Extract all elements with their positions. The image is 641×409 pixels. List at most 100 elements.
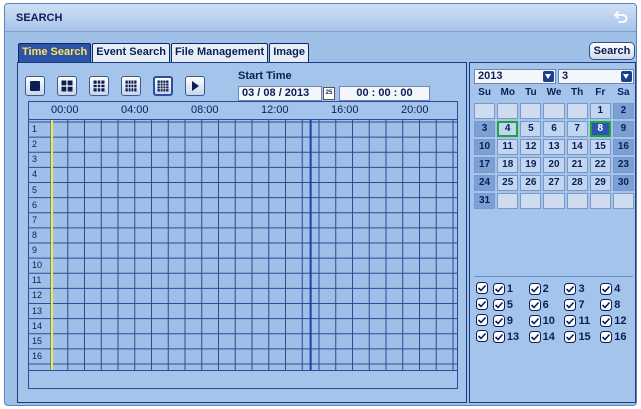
calendar-day[interactable]: 23 (612, 157, 634, 173)
channel-checkbox[interactable]: 3 (564, 283, 600, 295)
channel-checkbox[interactable]: 10 (528, 315, 565, 327)
channel-checkbox[interactable]: 5 (492, 299, 529, 311)
checkbox-icon (600, 331, 613, 343)
tab-event-search[interactable]: Event Search (92, 43, 170, 62)
channel-row-label: 4 (32, 169, 38, 180)
tab-image[interactable]: Image (269, 43, 309, 62)
calendar-day[interactable]: 14 (566, 139, 588, 155)
calendar-empty-cell (520, 103, 542, 119)
timeline-header: 00:00 04:00 08:00 12:00 16:00 20:00 (28, 101, 458, 119)
weekday-header: Tu (525, 87, 537, 98)
search-button[interactable]: Search (589, 42, 635, 60)
single-view-button[interactable] (25, 76, 45, 96)
calendar-day[interactable]: 24 (474, 175, 496, 191)
calendar-day[interactable]: 10 (474, 139, 496, 155)
calendar-day[interactable]: 25 (497, 175, 519, 191)
calendar-day[interactable]: 5 (520, 121, 542, 137)
channel-checkbox[interactable]: 15 (564, 331, 600, 343)
channel-checkbox[interactable]: 1 (492, 283, 529, 295)
channel-checkbox[interactable]: 14 (528, 331, 565, 343)
calendar-empty-cell (566, 193, 588, 209)
calendar-day[interactable]: 9 (612, 121, 634, 137)
row-checkbox-icon[interactable] (476, 330, 490, 344)
start-date-field[interactable]: 03 / 08 / 2013 (238, 86, 322, 101)
nine-view-button[interactable] (89, 76, 109, 96)
calendar-day[interactable]: 7 (566, 121, 588, 137)
channel-checkbox[interactable]: 2 (528, 283, 565, 295)
calendar-day[interactable]: 2 (612, 103, 634, 119)
channel-checkbox-label: 12 (614, 315, 627, 327)
calendar-day[interactable]: 27 (543, 175, 565, 191)
calendar-day[interactable]: 29 (589, 175, 611, 191)
play-icon (192, 81, 199, 91)
checkbox-icon (492, 283, 505, 295)
weekday-header: Sa (617, 87, 630, 98)
channel-checkbox[interactable]: 13 (492, 331, 529, 343)
calendar-empty-cell (612, 193, 634, 209)
calendar-day[interactable]: 4 (497, 121, 519, 137)
timeline[interactable]: 00:00 04:00 08:00 12:00 16:00 20:00 1234… (28, 101, 458, 389)
tab-file-management[interactable]: File Management (170, 43, 269, 62)
timeline-footer (28, 371, 458, 389)
calendar-day[interactable]: 13 (543, 139, 565, 155)
channel-checkbox[interactable]: 4 (600, 283, 636, 295)
channel-checkbox[interactable]: 12 (600, 315, 636, 327)
channel-checkbox-row: 9 10 11 12 (476, 313, 636, 329)
play-button[interactable] (185, 76, 205, 96)
twelve-view-button[interactable] (121, 76, 141, 96)
checkbox-icon (528, 331, 541, 343)
calendar-icon[interactable]: 25 (323, 87, 335, 100)
channel-checkbox[interactable]: 11 (564, 315, 600, 327)
calendar-day[interactable]: 11 (497, 139, 519, 155)
sixteen-view-button[interactable] (153, 76, 173, 96)
channel-checkbox-label: 16 (614, 331, 627, 343)
row-checkbox-icon[interactable] (476, 282, 490, 296)
calendar-day[interactable]: 22 (589, 157, 611, 173)
channel-checkbox[interactable]: 6 (528, 299, 565, 311)
calendar-day[interactable]: 8 (589, 121, 611, 137)
calendar-day[interactable]: 20 (543, 157, 565, 173)
checkbox-icon (564, 299, 577, 311)
hour-label: 00:00 (51, 104, 79, 116)
calendar-day[interactable]: 26 (520, 175, 542, 191)
month-select[interactable]: 3 (558, 69, 634, 84)
start-time-field[interactable]: 00 : 00 : 00 (339, 86, 430, 101)
channel-checkbox[interactable]: 16 (600, 331, 636, 343)
row-checkbox-icon[interactable] (476, 298, 490, 312)
quad-view-button[interactable] (57, 76, 77, 96)
tab-time-search[interactable]: Time Search (18, 43, 92, 62)
calendar-day[interactable]: 1 (589, 103, 611, 119)
calendar-day[interactable]: 6 (543, 121, 565, 137)
weekday-header: Th (571, 87, 584, 98)
calendar-day[interactable]: 30 (612, 175, 634, 191)
channel-checkbox[interactable]: 7 (564, 299, 600, 311)
channel-checkbox-label: 13 (506, 331, 520, 343)
calendar-day[interactable]: 21 (566, 157, 588, 173)
nine-view-icon (93, 80, 105, 92)
channel-checkbox-label: 2 (542, 283, 549, 295)
hour-label: 12:00 (261, 104, 289, 116)
calendar-day[interactable]: 3 (474, 121, 496, 137)
tab-bar: Time Search Event Search File Management… (18, 43, 310, 62)
calendar-day[interactable]: 16 (612, 139, 634, 155)
calendar-day[interactable]: 28 (566, 175, 588, 191)
channel-checkbox-label: 6 (542, 299, 549, 311)
channel-checkbox[interactable]: 9 (492, 315, 529, 327)
year-value: 2013 (478, 70, 503, 82)
channel-checkbox-label: 15 (578, 331, 591, 343)
channel-row-label: 13 (32, 305, 43, 316)
row-checkbox-icon[interactable] (476, 314, 490, 328)
calendar-day[interactable]: 19 (520, 157, 542, 173)
calendar-day[interactable]: 18 (497, 157, 519, 173)
calendar-day[interactable]: 12 (520, 139, 542, 155)
year-select[interactable]: 2013 (474, 69, 556, 84)
back-arrow-icon[interactable] (613, 9, 629, 25)
checkbox-icon (492, 331, 505, 343)
channel-checkbox[interactable]: 8 (600, 299, 636, 311)
checkbox-icon (564, 315, 577, 327)
timeline-grid[interactable]: 1 2 3 4 5 6 7 8 9 10 11 12 13 14 15 16 (28, 119, 458, 371)
calendar-empty-cell (474, 103, 496, 119)
calendar-day[interactable]: 15 (589, 139, 611, 155)
calendar-day[interactable]: 17 (474, 157, 496, 173)
calendar-day[interactable]: 31 (474, 193, 496, 209)
